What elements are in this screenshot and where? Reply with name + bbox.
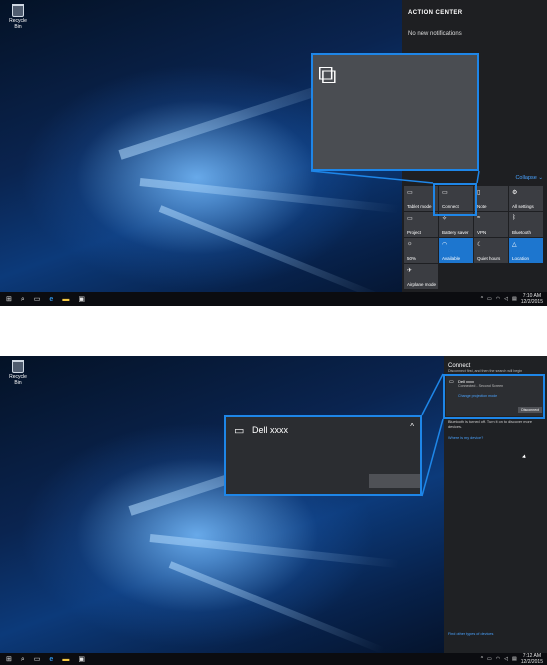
system-tray: ^ ▭ ◠ ◁ ▤ 7:12 AM 12/2/2015	[481, 653, 543, 665]
edge-icon[interactable]: e	[49, 656, 53, 663]
recycle-bin-label: Recycle Bin	[9, 18, 27, 30]
tile-label: VPN	[477, 230, 487, 235]
taskbar: ⊞ ⌕ ▭ e ▬ ▣ ^ ▭ ◠ ◁ ▤ 7:10 AM 12/2/2015	[0, 292, 547, 306]
no-notifications-text: No new notifications	[408, 31, 462, 37]
zoom-device-name: Dell xxxx	[252, 425, 289, 435]
recycle-bin[interactable]: Recycle Bin	[5, 4, 31, 30]
edge-icon[interactable]: e	[49, 296, 53, 303]
tile-label: Location	[512, 256, 530, 261]
tile-label: Available	[442, 256, 461, 261]
bluetooth-message: Bluetooth is turned off. Turn it on to d…	[448, 420, 532, 429]
tile-label: Bluetooth	[512, 230, 532, 235]
tile-label: Quiet hours	[477, 256, 501, 261]
tile-label: 50%	[407, 256, 417, 261]
moon-icon: ☾	[477, 242, 483, 248]
taskbar: ⊞ ⌕ ▭ e ▬ ▣ ^ ▭ ◠ ◁ ▤ 7:12 AM 12/2/2015	[0, 653, 547, 665]
recycle-bin-icon	[12, 4, 24, 17]
tile-all-settings[interactable]: ⚙ All settings	[509, 186, 543, 211]
search-icon[interactable]: ⌕	[21, 656, 25, 663]
start-icon[interactable]: ⊞	[6, 656, 12, 663]
gear-icon: ⚙	[512, 190, 518, 196]
chevron-up-icon[interactable]: ^	[410, 422, 414, 431]
network-tray-icon[interactable]: ◠	[496, 656, 500, 662]
connect-icon-zoom-callout: ⧉	[311, 53, 479, 171]
start-icon[interactable]: ⊞	[6, 296, 12, 303]
tile-label: All settings	[512, 204, 534, 209]
tile-note[interactable]: ▯ Note	[474, 186, 508, 211]
tile-label: Battery saver	[442, 230, 469, 235]
volume-icon[interactable]: ◁	[504, 296, 508, 302]
battery-tray-icon[interactable]: ▭	[487, 656, 492, 662]
location-icon: △	[512, 242, 517, 248]
task-view-icon[interactable]: ▭	[34, 296, 41, 303]
bluetooth-icon: ᛒ	[512, 215, 516, 221]
project-icon: ▭	[407, 216, 413, 222]
chevron-up-icon[interactable]: ^	[481, 296, 483, 302]
action-center-tray-icon[interactable]: ▤	[512, 656, 517, 662]
connect-tile-highlight	[433, 183, 477, 216]
zoom-disconnect-button[interactable]	[369, 474, 420, 488]
battery-icon: ✧	[442, 216, 448, 222]
system-tray: ^ ▭ ◠ ◁ ▤ 7:10 AM 12/2/2015	[481, 292, 543, 306]
tile-location[interactable]: △ Location	[509, 238, 543, 263]
file-explorer-icon[interactable]: ▬	[62, 296, 69, 303]
tile-bluetooth[interactable]: ᛒ Bluetooth	[509, 212, 543, 237]
action-center-title: ACTION CENTER	[408, 10, 463, 16]
taskbar-clock[interactable]: 7:10 AM 12/2/2015	[521, 293, 543, 305]
wifi-icon: ◠	[442, 242, 448, 248]
taskbar-clock[interactable]: 7:12 AM 12/2/2015	[521, 653, 543, 665]
monitor-icon: ▭	[234, 425, 245, 437]
battery-tray-icon[interactable]: ▭	[487, 296, 492, 302]
tile-quiet-hours[interactable]: ☾ Quiet hours	[474, 238, 508, 263]
screenshot-connect-pane: Recycle Bin Connect Disconnect first, an…	[0, 356, 547, 665]
volume-icon[interactable]: ◁	[504, 656, 508, 662]
chevron-up-icon[interactable]: ^	[481, 656, 483, 662]
airplane-icon: ✈	[407, 268, 413, 274]
tile-label: Note	[477, 204, 487, 209]
store-icon[interactable]: ▣	[78, 296, 85, 303]
tile-label: Tablet mode	[407, 204, 432, 209]
connect-icon: ⧉	[318, 59, 337, 89]
vpn-icon: ≈	[477, 215, 481, 221]
action-center-tray-icon[interactable]: ▤	[512, 296, 517, 302]
tablet-icon: ▭	[407, 190, 413, 196]
file-explorer-icon[interactable]: ▬	[62, 656, 69, 663]
tile-vpn[interactable]: ≈ VPN	[474, 212, 508, 237]
recycle-bin-icon	[12, 360, 24, 373]
note-icon: ▯	[477, 190, 481, 196]
tile-label: Project	[407, 230, 422, 235]
network-tray-icon[interactable]: ◠	[496, 296, 500, 302]
task-view-icon[interactable]: ▭	[34, 656, 41, 663]
recycle-bin[interactable]: Recycle Bin	[5, 360, 31, 386]
brightness-icon: ☼	[407, 241, 413, 247]
tile-available[interactable]: ◠ Available	[439, 238, 473, 263]
tile-50[interactable]: ☼ 50%	[404, 238, 438, 263]
find-other-devices-link[interactable]: Find other types of devices	[448, 632, 493, 636]
device-zoom-callout: ▭ Dell xxxx ^	[224, 415, 422, 496]
tile-label: Airplane mode	[407, 282, 437, 287]
search-icon[interactable]: ⌕	[21, 296, 25, 303]
recycle-bin-label: Recycle Bin	[9, 374, 27, 386]
screenshot-action-center: Recycle Bin ACTION CENTER No new notific…	[0, 0, 547, 306]
collapse-link[interactable]: Collapse ⌄	[515, 175, 543, 181]
where-is-my-device-link[interactable]: Where is my device?	[448, 436, 483, 440]
device-item-highlight	[443, 374, 545, 419]
tile-airplane-mode[interactable]: ✈ Airplane mode	[404, 264, 438, 289]
store-icon[interactable]: ▣	[78, 656, 85, 663]
connect-subtitle: Disconnect first, and then the search wi…	[448, 369, 523, 373]
